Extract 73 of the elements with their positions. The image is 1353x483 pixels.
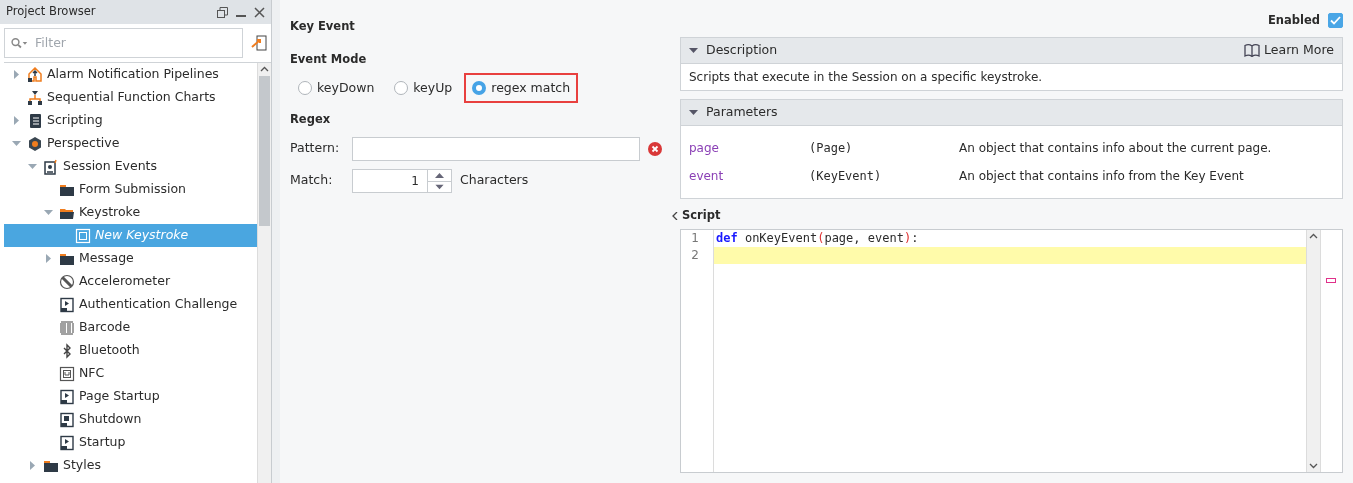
tree-item[interactable]: Perspective [4, 132, 257, 155]
document-icon [27, 112, 43, 129]
unit-label: Characters [460, 171, 529, 190]
section-title: Key Event [290, 18, 356, 35]
line-number: 1 [690, 229, 699, 247]
collapse-icon[interactable] [672, 211, 678, 220]
tree-item[interactable]: Sequential Function Charts [4, 86, 257, 109]
tree-item[interactable]: Barcode [4, 316, 257, 339]
pattern-field[interactable] [352, 136, 640, 161]
tree-item[interactable]: Scripting [4, 109, 257, 132]
play-document-icon [59, 434, 75, 451]
decrement-icon[interactable] [428, 180, 451, 192]
session-icon [43, 158, 59, 175]
close-icon[interactable] [254, 6, 265, 18]
section-header: Description [706, 41, 779, 60]
collapse-icon[interactable] [689, 47, 698, 54]
hexagon-icon [27, 135, 43, 152]
section-header: Parameters [706, 103, 778, 122]
tree-item[interactable]: Keystroke [4, 201, 257, 224]
tree-item[interactable]: Session Events [4, 155, 257, 178]
stop-document-icon [59, 411, 75, 428]
section-heading: Regex [290, 111, 332, 129]
clear-icon[interactable] [648, 142, 662, 156]
panel-title: Project Browser [6, 3, 96, 21]
play-document-icon [59, 296, 75, 313]
scrollbar-thumb[interactable] [259, 76, 270, 226]
section-title: Script [682, 207, 721, 225]
parameter-name: page [689, 140, 720, 158]
number-spinner[interactable]: 1 [352, 168, 452, 193]
nfc-icon [59, 365, 75, 382]
parameter-type: (Page) [809, 140, 854, 158]
parameter-description: An object that contains info about the current page. [959, 140, 1272, 158]
tree-item[interactable]: Message [4, 247, 257, 270]
tree-item[interactable]: Form Submission [4, 178, 257, 201]
radio-option[interactable]: keyUp [386, 72, 461, 104]
line-number: 2 [690, 246, 699, 264]
expand-icon[interactable] [43, 254, 53, 263]
locate-icon[interactable] [251, 35, 267, 51]
description-text: Scripts that execute in the Session on a specific keystroke. [688, 69, 1044, 87]
checkbox-label: Enabled [1268, 12, 1320, 29]
tree-item[interactable]: NFC [4, 362, 257, 385]
tree-item[interactable]: Authentication Challenge [4, 293, 257, 316]
section-heading: Event Mode [290, 51, 368, 69]
expand-icon[interactable] [11, 70, 21, 79]
tree-item[interactable]: Bluetooth [4, 339, 257, 362]
tree-item[interactable]: Startup [4, 431, 257, 454]
code-line: def onKeyEvent(page, event): [715, 229, 920, 247]
radio-option[interactable]: keyDown [290, 72, 383, 104]
barcode-icon [59, 319, 75, 336]
restore-icon[interactable] [217, 6, 228, 18]
tree-item[interactable]: Page Startup [4, 385, 257, 408]
tree-item[interactable]: Shutdown [4, 408, 257, 431]
field-label: Pattern: [290, 139, 341, 158]
expand-icon[interactable] [11, 116, 21, 125]
tree-item[interactable]: Alarm Notification Pipelines [4, 63, 257, 86]
code-editor[interactable]: 1 2 def onKeyEvent(page, event): [680, 228, 1343, 473]
parameter-name: event [689, 168, 725, 186]
tree-item[interactable]: Styles [4, 454, 257, 477]
search-icon [11, 37, 29, 49]
tree-item[interactable]: Accelerometer [4, 270, 257, 293]
collapse-icon[interactable] [689, 109, 698, 116]
radio-option[interactable]: regex match [464, 72, 579, 104]
parameter-description: An object that contains info from the Key Event [959, 168, 1244, 186]
play-document-icon [59, 388, 75, 405]
parameter-type: (KeyEvent) [809, 168, 883, 186]
enabled-checkbox[interactable] [1328, 13, 1343, 29]
expand-icon[interactable] [27, 461, 37, 470]
error-marker-icon [1326, 277, 1336, 283]
book-icon [1244, 44, 1261, 58]
learn-more-link[interactable]: Learn More [1244, 41, 1334, 61]
field-label: Match: [290, 171, 334, 190]
flowchart-icon [27, 89, 43, 106]
filter-field[interactable]: Filter [4, 28, 243, 58]
